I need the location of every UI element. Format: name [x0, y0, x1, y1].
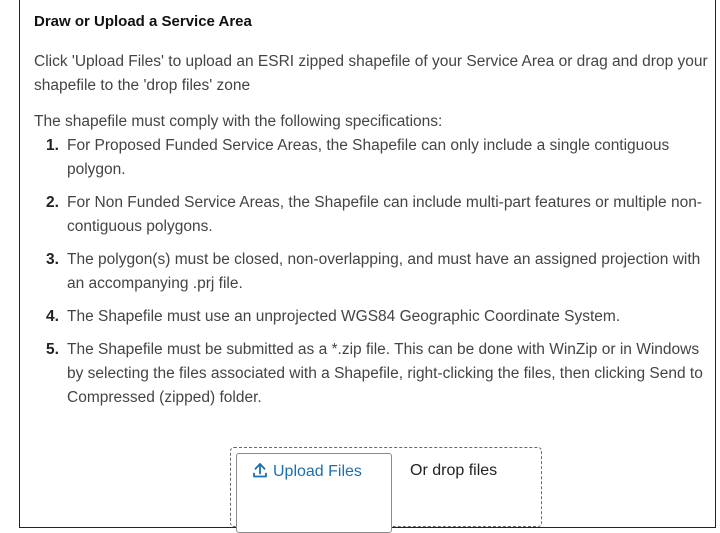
spec-list: 1. For Proposed Funded Service Areas, th… [34, 134, 709, 410]
spec-text: The polygon(s) must be closed, non-overl… [67, 251, 701, 292]
spec-number: 1. [46, 137, 59, 154]
spec-text: The Shapefile must use an unprojected WG… [67, 308, 621, 325]
spec-text: The Shapefile must be submitted as a *.z… [67, 341, 703, 406]
spec-item: 1. For Proposed Funded Service Areas, th… [34, 134, 709, 182]
spec-number: 3. [46, 251, 59, 268]
upload-icon [253, 463, 267, 483]
file-drop-zone[interactable]: Upload Files Or drop files [230, 447, 542, 533]
spec-item: 3. The polygon(s) must be closed, non-ov… [34, 248, 709, 296]
spec-item: 4. The Shapefile must use an unprojected… [34, 305, 709, 329]
spec-number: 2. [46, 194, 59, 211]
spec-intro-text: The shapefile must comply with the follo… [34, 113, 443, 130]
intro-text: Click 'Upload Files' to upload an ESRI z… [34, 53, 708, 94]
spec-text: For Non Funded Service Areas, the Shapef… [67, 194, 702, 235]
spec-number: 5. [46, 341, 59, 358]
panel-title: Draw or Upload a Service Area [34, 13, 252, 30]
upload-button-content: Upload Files [253, 463, 362, 483]
upload-button-label: Upload Files [273, 463, 362, 480]
spec-text: For Proposed Funded Service Areas, the S… [67, 137, 670, 178]
panel-body: Click 'Upload Files' to upload an ESRI z… [34, 50, 709, 410]
spec-item: 2. For Non Funded Service Areas, the Sha… [34, 191, 709, 239]
upload-files-button[interactable]: Upload Files [236, 453, 392, 533]
spec-item: 5. The Shapefile must be submitted as a … [34, 338, 709, 410]
drop-files-label: Or drop files [410, 462, 498, 479]
spec-number: 4. [46, 308, 59, 325]
service-area-panel: Draw or Upload a Service Area Click 'Upl… [19, 0, 716, 533]
